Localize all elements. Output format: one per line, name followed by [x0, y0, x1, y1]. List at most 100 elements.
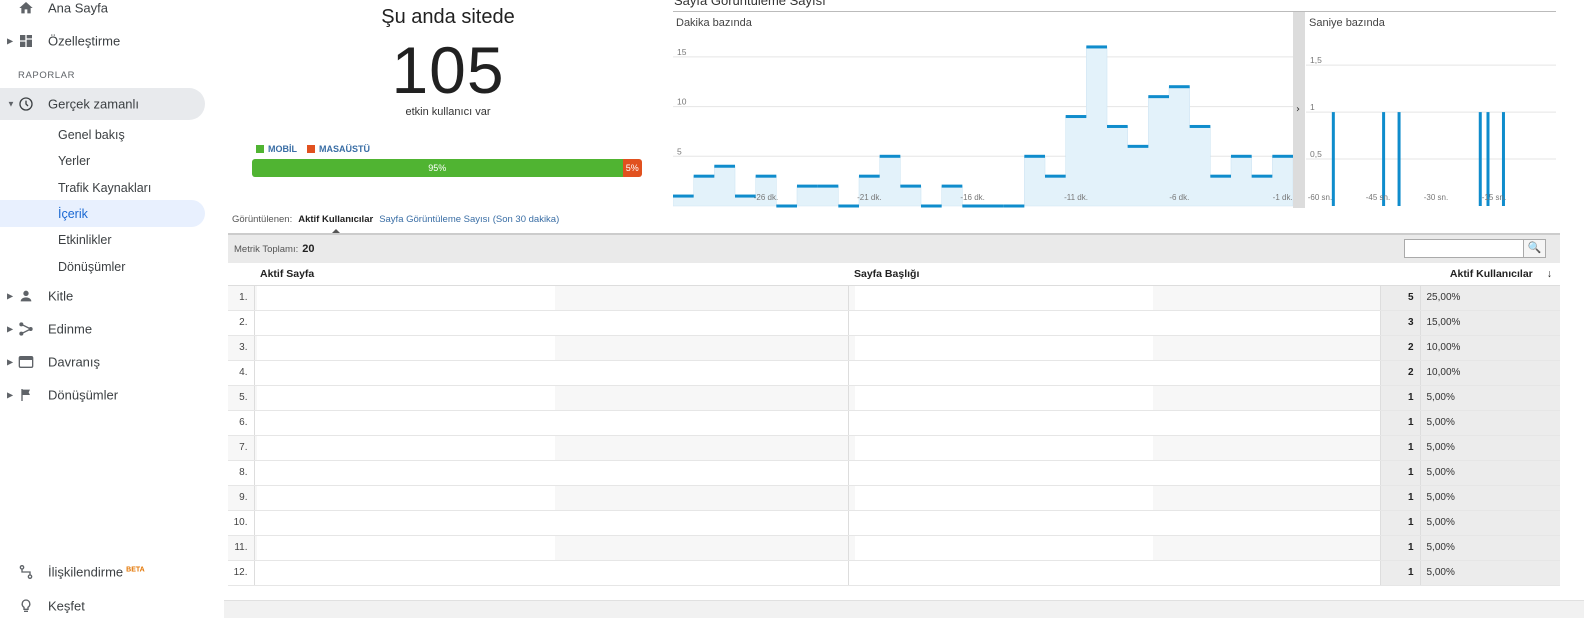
row-active-page[interactable] [254, 535, 849, 561]
table-row[interactable]: 10. 1 5,00% [228, 510, 1560, 536]
nav-behavior[interactable]: ▶ Davranış [0, 346, 205, 378]
row-active-page[interactable] [254, 310, 849, 336]
nav-home-label: Ana Sayfa [48, 0, 108, 16]
redacted-page-cell [256, 385, 555, 410]
person-icon [20, 290, 32, 302]
sub-content-label: İçerik [58, 206, 88, 221]
row-active-page[interactable] [254, 435, 849, 461]
sub-locations-label: Yerler [58, 153, 91, 168]
minute-bar [1210, 174, 1231, 178]
table-row[interactable]: 9. 1 5,00% [228, 485, 1560, 511]
search-button[interactable]: 🔍 [1523, 240, 1545, 257]
redacted-title-cell [854, 560, 1153, 585]
table-row[interactable]: 11. 1 5,00% [228, 535, 1560, 561]
minute-bar [714, 164, 735, 168]
col-active-users[interactable]: Aktif Kullanıcılar ↓ [1380, 263, 1560, 286]
nav-realtime[interactable]: ▼ Gerçek zamanlı [0, 88, 205, 120]
row-active-page[interactable] [254, 385, 849, 411]
mobile-segment[interactable]: 95% [252, 159, 623, 177]
metric-total-value: 20 [302, 243, 315, 255]
row-user-count: 2 [1380, 335, 1421, 361]
nav-attribution[interactable]: İlişkilendirme BETA [0, 556, 205, 588]
minute-x-tick: -1 dk. [1273, 193, 1293, 202]
row-user-count: 1 [1380, 485, 1421, 511]
table-search-input[interactable] [1405, 240, 1523, 257]
row-active-page[interactable] [254, 560, 849, 586]
second-bar [1331, 112, 1335, 206]
home-icon [19, 2, 33, 14]
row-active-page[interactable] [254, 485, 849, 511]
table-row[interactable]: 1. 5 25,00% [228, 285, 1560, 311]
sub-conversions-label: Dönüşümler [58, 259, 126, 274]
redacted-title-cell [854, 535, 1153, 560]
table-body: 1. 5 25,00% 2. 3 15,00% 3. 2 10,00% 4. 2 10,00% 5. 1 5… [228, 285, 1560, 586]
nav-acquisition[interactable]: ▶ Edinme [0, 313, 205, 345]
sub-overview[interactable]: Genel bakış [0, 121, 205, 148]
sub-content[interactable]: İçerik [0, 200, 205, 227]
minute-bar [900, 184, 921, 188]
table-row[interactable]: 5. 1 5,00% [228, 385, 1560, 411]
row-user-percent: 5,00% [1420, 385, 1560, 411]
minute-bar [1065, 115, 1087, 119]
row-page-title [848, 410, 1381, 436]
row-user-count: 1 [1380, 460, 1421, 486]
row-user-count: 5 [1380, 285, 1421, 311]
nav-audience[interactable]: ▶ Kitle [0, 280, 205, 312]
nav-discover[interactable]: Keşfet [0, 590, 205, 622]
tab-active-users[interactable]: Aktif Kullanıcılar [298, 214, 373, 233]
nav-acquisition-label: Edinme [48, 321, 93, 337]
minute-bar [1231, 154, 1252, 158]
redacted-page-cell [256, 510, 555, 535]
minute-bar [941, 184, 963, 188]
table-row[interactable]: 4. 2 10,00% [228, 360, 1560, 386]
row-index: 1. [228, 285, 255, 311]
table-row[interactable]: 2. 3 15,00% [228, 310, 1560, 336]
minute-bar [1272, 154, 1293, 158]
col-active-page[interactable]: Aktif Sayfa [254, 263, 848, 286]
row-index: 2. [228, 310, 255, 336]
row-index: 5. [228, 385, 255, 411]
caret-right-icon: ▶ [7, 357, 14, 367]
table-row[interactable]: 3. 2 10,00% [228, 335, 1560, 361]
sub-traffic-sources[interactable]: Trafik Kaynakları [0, 174, 205, 201]
nav-home[interactable]: Ana Sayfa [0, 0, 205, 24]
row-active-page[interactable] [254, 460, 849, 486]
second-bar [1382, 112, 1386, 206]
sub-conversions[interactable]: Dönüşümler [0, 253, 205, 280]
minute-bar [1086, 45, 1107, 49]
row-user-percent: 5,00% [1420, 560, 1560, 586]
redacted-page-cell [256, 435, 555, 460]
sub-events[interactable]: Etkinlikler [0, 226, 205, 253]
table-header-row: Aktif Sayfa Sayfa Başlığı Aktif Kullanıc… [228, 263, 1560, 286]
row-active-page[interactable] [254, 360, 849, 386]
minute-x-tick: -26 dk. [754, 193, 778, 202]
col-page-title[interactable]: Sayfa Başlığı [848, 263, 1380, 286]
row-active-page[interactable] [254, 285, 849, 311]
row-index: 8. [228, 460, 255, 486]
desktop-segment[interactable]: 5% [622, 159, 642, 177]
nav-attribution-label: İlişkilendirme BETA [48, 565, 145, 580]
active-users-title: Şu anda sitede [381, 6, 515, 28]
sort-down-icon: ↓ [1546, 267, 1552, 280]
sub-locations[interactable]: Yerler [0, 147, 205, 174]
row-user-percent: 5,00% [1420, 410, 1560, 436]
second-x-tick: -15 sn. [1482, 193, 1506, 202]
row-active-page[interactable] [254, 510, 849, 536]
second-y-tick: 1,5 [1310, 55, 1322, 65]
second-x-tick: -45 sn. [1366, 193, 1390, 202]
pageviews-chart-title: Sayfa Görüntüleme Sayısı [674, 0, 826, 8]
nav-conversions[interactable]: ▶ Dönüşümler [0, 379, 205, 411]
table-row[interactable]: 6. 1 5,00% [228, 410, 1560, 436]
minute-bar [983, 204, 1004, 208]
nav-customize[interactable]: ▶ Özelleştirme [0, 25, 205, 57]
minute-x-tick: -11 dk. [1064, 193, 1088, 202]
table-row[interactable]: 8. 1 5,00% [228, 460, 1560, 486]
row-active-page[interactable] [254, 335, 849, 361]
metric-total-bar: Metrik Toplamı: 20 🔍 [228, 233, 1560, 263]
tab-pageviews[interactable]: Sayfa Görüntüleme Sayısı (Son 30 dakika) [379, 214, 559, 225]
table-row[interactable]: 7. 1 5,00% [228, 435, 1560, 461]
table-row[interactable]: 12. 1 5,00% [228, 560, 1560, 586]
row-active-page[interactable] [254, 410, 849, 436]
chevron-right-icon: › [1296, 104, 1300, 115]
minute-bar [962, 204, 983, 208]
